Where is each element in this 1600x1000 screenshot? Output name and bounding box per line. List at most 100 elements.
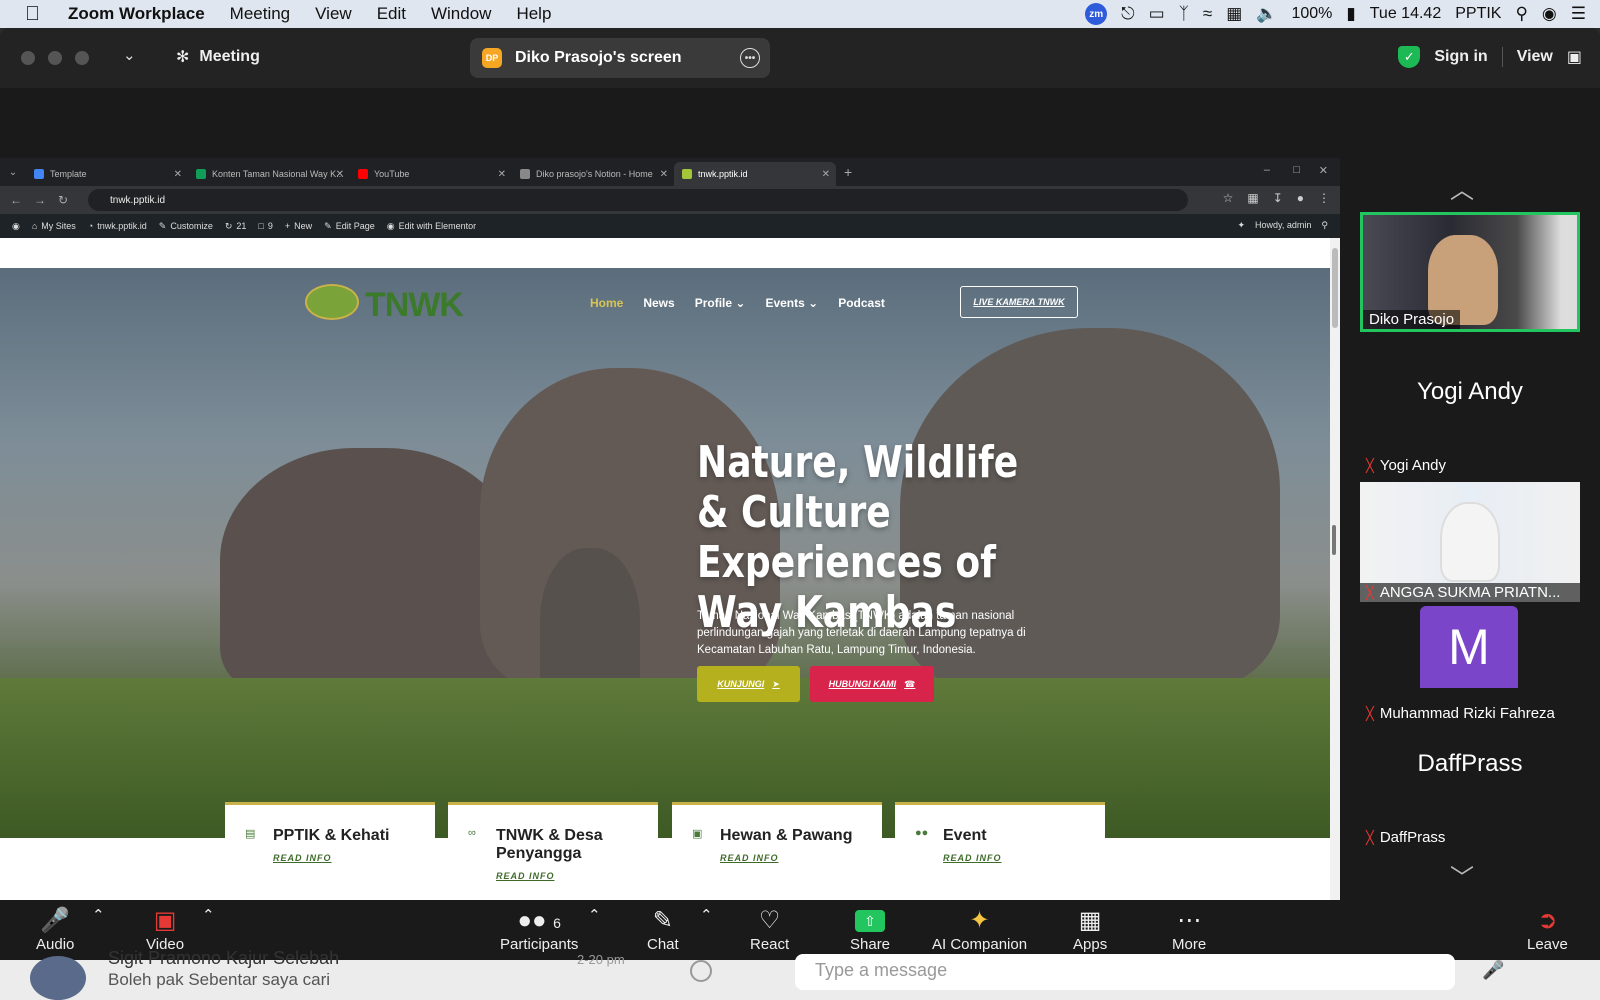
wp-customize[interactable]: ✎ Customize <box>159 221 213 232</box>
extensions-icon[interactable]: ▦ <box>1247 191 1258 205</box>
wp-howdy[interactable]: Howdy, admin <box>1255 220 1311 231</box>
view-layout-icon[interactable]: ▣ <box>1567 47 1582 67</box>
info-card[interactable]: ▤ PPTIK & Kehati READ INFO <box>225 802 435 900</box>
wp-elementor[interactable]: ◉ Edit with Elementor <box>387 221 476 232</box>
nav-news[interactable]: News <box>643 296 674 310</box>
info-card[interactable]: ▣ Hewan & Pawang READ INFO <box>672 802 882 900</box>
way-kambas-logo-icon[interactable] <box>305 284 359 320</box>
info-card[interactable]: ●● Event READ INFO <box>895 802 1105 900</box>
nav-home[interactable]: Home <box>590 296 623 310</box>
screen-share-pill[interactable]: DP Diko Prasojo's screen ••• <box>470 38 770 78</box>
browser-minimize-icon[interactable]: – <box>1264 164 1270 176</box>
gallery-resize-handle[interactable] <box>1332 525 1336 555</box>
menu-meeting[interactable]: Meeting <box>230 4 290 24</box>
bluetooth-icon[interactable]: ᛉ <box>1179 4 1189 24</box>
card-read-info-link[interactable]: READ INFO <box>720 853 882 863</box>
menu-help[interactable]: Help <box>516 4 551 24</box>
menubar-user[interactable]: PPTIK <box>1455 5 1501 23</box>
browser-tab-active[interactable]: tnwk.pptik.id ✕ <box>674 162 836 186</box>
profile-icon[interactable]: ● <box>1297 191 1304 205</box>
tab-close-icon[interactable]: ✕ <box>174 169 182 180</box>
leave-button[interactable]: ➲ Leave <box>1527 906 1568 953</box>
browser-tab[interactable]: Template ✕ <box>26 162 188 186</box>
apps-button[interactable]: ▦ Apps <box>1073 906 1107 953</box>
wp-my-sites[interactable]: ⌂ My Sites <box>32 221 76 231</box>
info-card[interactable]: ∞ TNWK & Desa Penyangga READ INFO <box>448 802 658 900</box>
nav-profile[interactable]: Profile ⌄ <box>695 296 746 310</box>
chat-message-input[interactable]: Type a message <box>795 954 1455 990</box>
sign-in-button[interactable]: Sign in <box>1434 48 1487 66</box>
more-button[interactable]: ⋯ More <box>1172 906 1206 953</box>
battery-icon[interactable]: ▮ <box>1346 4 1355 24</box>
security-shield-icon[interactable]: ✓ <box>1398 46 1421 68</box>
participant-tile[interactable]: M ╳ Muhammad Rizki Fahreza <box>1360 606 1580 726</box>
wp-search-icon[interactable]: ⚲ <box>1321 220 1328 231</box>
participant-tile[interactable]: DaffPrass ╳ DaffPrass <box>1360 730 1580 850</box>
nav-podcast[interactable]: Podcast <box>838 296 885 310</box>
forward-icon[interactable]: → <box>34 193 48 207</box>
gallery-scroll-up-icon[interactable]: ︿ <box>1450 170 1474 205</box>
kunjungi-button[interactable]: KUNJUNGI ➤ <box>697 666 800 702</box>
menu-edit[interactable]: Edit <box>377 4 406 24</box>
ai-companion-button[interactable]: ✦ AI Companion <box>932 906 1027 953</box>
live-camera-button[interactable]: LIVE KAMERA TNWK <box>960 286 1078 318</box>
back-icon[interactable]: ← <box>10 193 24 207</box>
gallery-scroll-down-icon[interactable]: ﹀ <box>1450 858 1474 893</box>
shared-screen[interactable]: ⌄ Template ✕ Konten Taman Nasional Way K… <box>0 88 1340 900</box>
siri-icon[interactable]: ◉ <box>1542 4 1557 24</box>
sparkle-icon[interactable]: ✦ <box>1238 220 1246 231</box>
browser-close-icon[interactable]: ✕ <box>1319 164 1328 177</box>
tab-close-icon[interactable]: ✕ <box>498 169 506 180</box>
clock[interactable]: Tue 14.42 <box>1370 5 1441 23</box>
airplay-icon[interactable]: ▭ <box>1149 4 1165 24</box>
participant-tile[interactable]: ╳ ANGGA SUKMA PRIATN... <box>1360 482 1580 602</box>
menu-zoom-workplace[interactable]: Zoom Workplace <box>68 4 205 24</box>
wp-site-link[interactable]: ◔ tnwk.pptik.id <box>88 221 147 231</box>
audio-button[interactable]: 🎤 Audio <box>36 906 74 953</box>
tab-search-icon[interactable]: ⌄ <box>0 167 26 178</box>
meeting-label[interactable]: ✻ Meeting <box>176 47 260 67</box>
browser-menu-icon[interactable]: ⋮ <box>1318 191 1330 205</box>
close-window-button[interactable] <box>21 51 35 65</box>
zoom-window-button[interactable] <box>75 51 89 65</box>
scrollbar-thumb[interactable] <box>1332 248 1338 328</box>
emoji-icon[interactable] <box>690 960 712 982</box>
menu-view[interactable]: View <box>315 4 352 24</box>
browser-tab[interactable]: YouTube ✕ <box>350 162 512 186</box>
tab-close-icon[interactable]: ✕ <box>660 169 668 180</box>
browser-restore-icon[interactable]: □ <box>1293 164 1300 176</box>
download-icon[interactable]: ↧ <box>1273 191 1283 205</box>
card-read-info-link[interactable]: READ INFO <box>943 853 1105 863</box>
wifi-icon[interactable]: ≈ <box>1203 4 1212 24</box>
minimize-window-button[interactable] <box>48 51 62 65</box>
wordpress-logo-icon[interactable]: ◉ <box>12 221 20 232</box>
participants-options-caret-icon[interactable]: ⌃ <box>588 906 601 924</box>
menu-window[interactable]: Window <box>431 4 491 24</box>
control-center-icon[interactable]: ☰ <box>1571 4 1586 24</box>
apple-icon[interactable]:  <box>25 3 45 26</box>
spotlight-search-icon[interactable]: ⚲ <box>1515 4 1527 24</box>
voice-note-icon[interactable]: 🎤 <box>1482 960 1504 981</box>
video-options-caret-icon[interactable]: ⌃ <box>202 906 215 924</box>
zoom-tray-icon[interactable]: zm <box>1085 3 1108 25</box>
url-field[interactable]: tnwk.pptik.id <box>88 189 1188 211</box>
chat-button[interactable]: ✎ Chat <box>647 906 679 953</box>
wp-updates[interactable]: ↻ 21 <box>225 221 247 232</box>
nav-events[interactable]: Events ⌄ <box>765 296 818 310</box>
new-tab-icon[interactable]: + <box>844 164 852 180</box>
browser-tab[interactable]: Konten Taman Nasional Way K... ✕ <box>188 162 350 186</box>
audio-options-caret-icon[interactable]: ⌃ <box>92 906 105 924</box>
view-button[interactable]: View <box>1517 48 1553 66</box>
volume-icon[interactable]: 🔈 <box>1256 4 1277 24</box>
tab-close-icon[interactable]: ✕ <box>336 169 344 180</box>
wp-new[interactable]: + New <box>285 221 312 231</box>
participant-tile[interactable]: Yogi Andy ╳ Yogi Andy <box>1360 358 1580 478</box>
site-logo[interactable]: TNWK <box>365 286 464 325</box>
card-read-info-link[interactable]: READ INFO <box>496 871 658 881</box>
chat-options-caret-icon[interactable]: ⌃ <box>700 906 713 924</box>
reload-icon[interactable]: ↻ <box>58 193 72 207</box>
more-options-icon[interactable]: ••• <box>740 48 760 68</box>
share-button[interactable]: ⇧ Share <box>850 906 890 953</box>
hubungi-kami-button[interactable]: HUBUNGI KAMI ☎ <box>810 666 934 702</box>
wp-edit-page[interactable]: ✎ Edit Page <box>324 221 375 232</box>
